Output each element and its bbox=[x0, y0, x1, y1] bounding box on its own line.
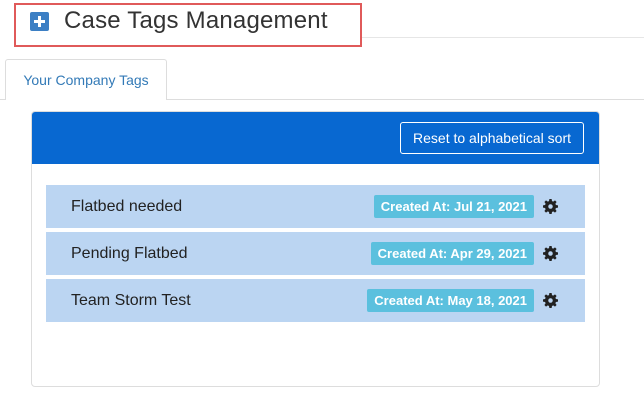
header-divider bbox=[362, 37, 644, 38]
created-at-badge: Created At: Jul 21, 2021 bbox=[373, 195, 534, 218]
page-title: Case Tags Management bbox=[64, 7, 328, 34]
tags-panel: Reset to alphabetical sort Flatbed neede… bbox=[31, 111, 600, 387]
tag-name: Team Storm Test bbox=[71, 291, 191, 309]
tag-row[interactable]: Flatbed needed Created At: Jul 21, 2021 bbox=[46, 185, 585, 228]
reset-sort-button[interactable]: Reset to alphabetical sort bbox=[400, 122, 584, 154]
created-at-badge: Created At: May 18, 2021 bbox=[367, 289, 534, 312]
tag-list: Flatbed needed Created At: Jul 21, 2021 … bbox=[46, 185, 585, 326]
panel-heading: Reset to alphabetical sort bbox=[32, 112, 599, 164]
created-at-badge: Created At: Apr 29, 2021 bbox=[370, 242, 534, 265]
plus-square-icon[interactable] bbox=[30, 11, 49, 31]
tag-name: Flatbed needed bbox=[71, 197, 183, 215]
tab-your-company-tags[interactable]: Your Company Tags bbox=[5, 59, 167, 100]
tag-row[interactable]: Team Storm Test Created At: May 18, 2021 bbox=[46, 279, 585, 322]
gear-icon[interactable] bbox=[543, 246, 558, 261]
page-header: Case Tags Management bbox=[30, 6, 328, 36]
gear-icon[interactable] bbox=[543, 199, 558, 214]
gear-icon[interactable] bbox=[543, 293, 558, 308]
tag-row[interactable]: Pending Flatbed Created At: Apr 29, 2021 bbox=[46, 232, 585, 275]
tag-name: Pending Flatbed bbox=[71, 244, 188, 262]
